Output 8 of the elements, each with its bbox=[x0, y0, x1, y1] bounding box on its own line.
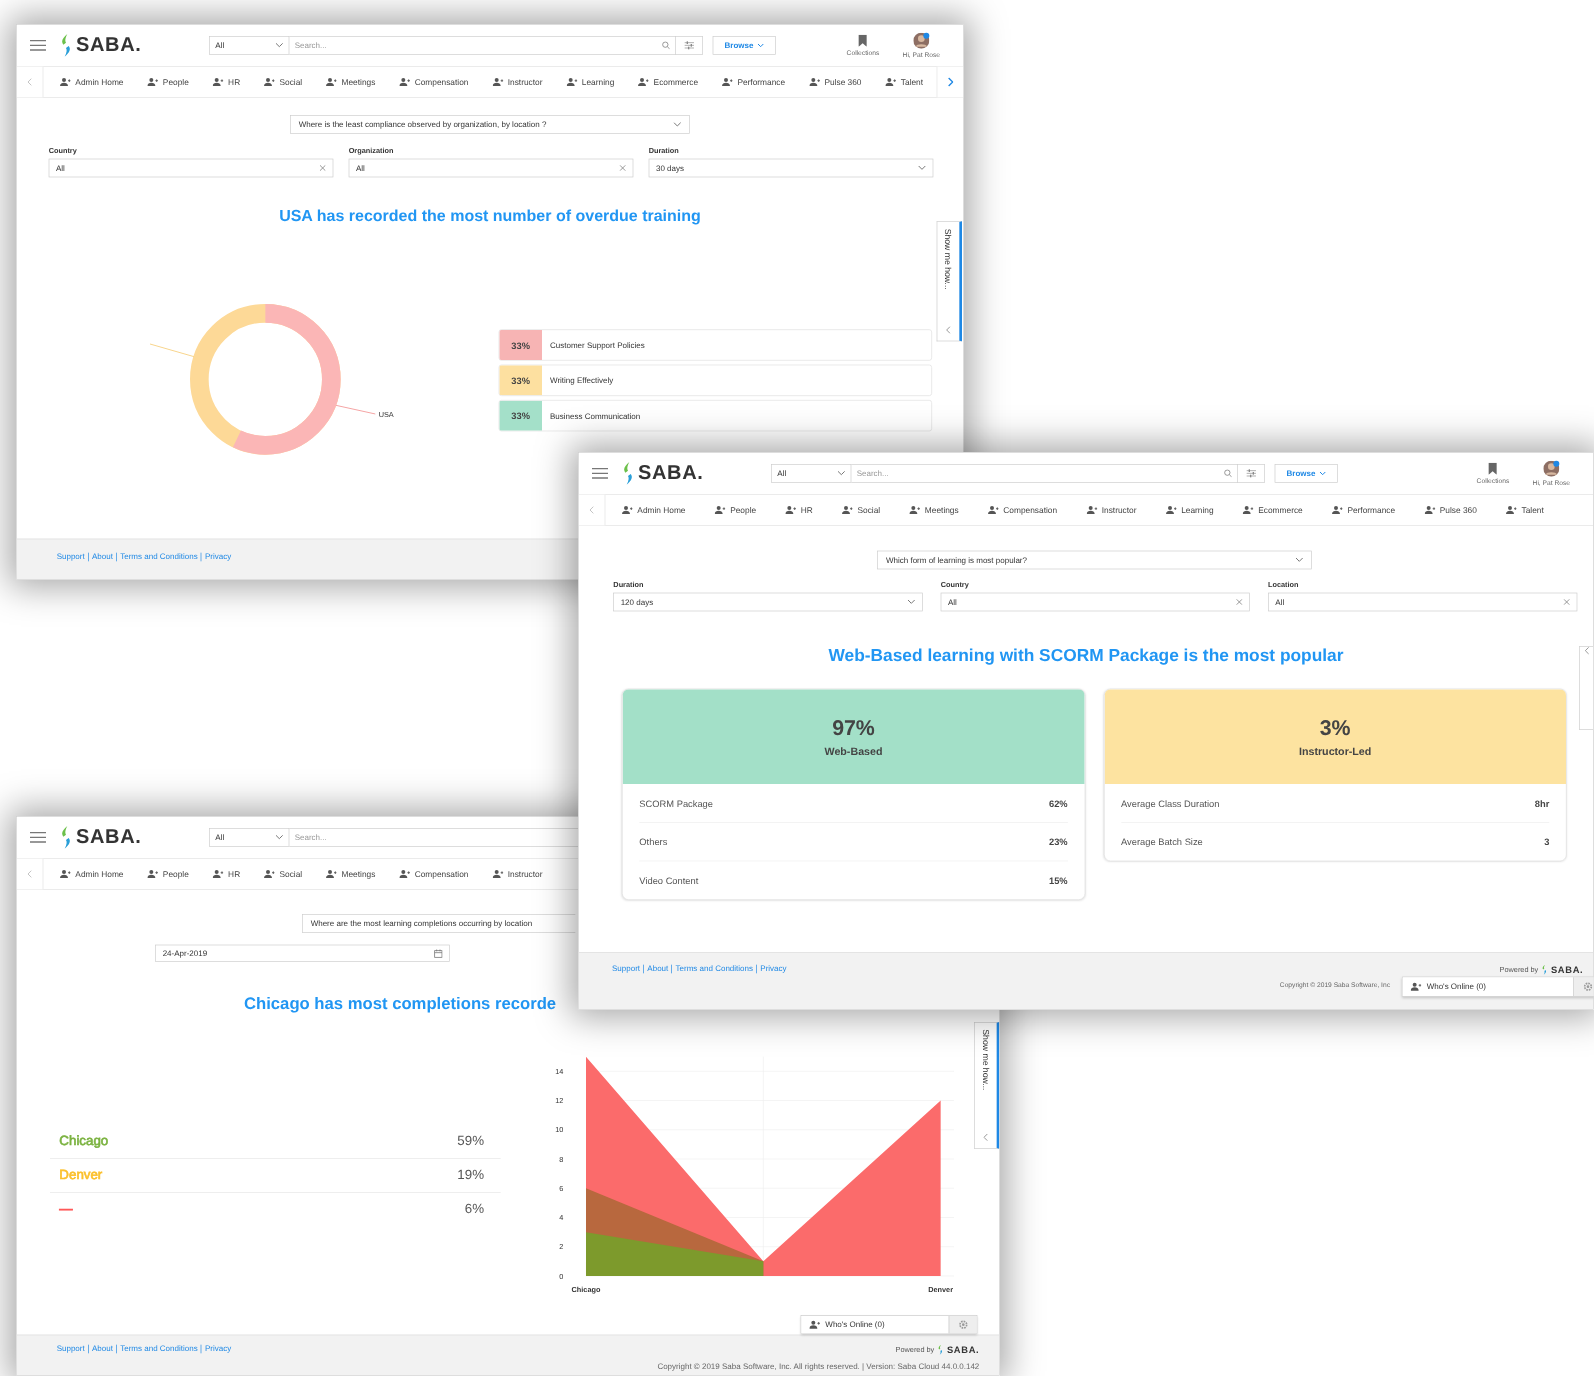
brand-name: SABA. bbox=[76, 34, 142, 57]
card-percent: 3% bbox=[1319, 715, 1351, 740]
card-percent: 97% bbox=[832, 715, 875, 740]
insight-headline: Web-Based learning with SCORM Package is the most popular bbox=[828, 644, 1344, 666]
insight-headline: Chicago has most completions recorde bbox=[244, 994, 557, 1014]
insight-headline: USA has recorded the most number of overdue training bbox=[279, 207, 701, 226]
brand-name: SABA. bbox=[76, 826, 142, 849]
brand-name: SABA. bbox=[638, 462, 704, 485]
